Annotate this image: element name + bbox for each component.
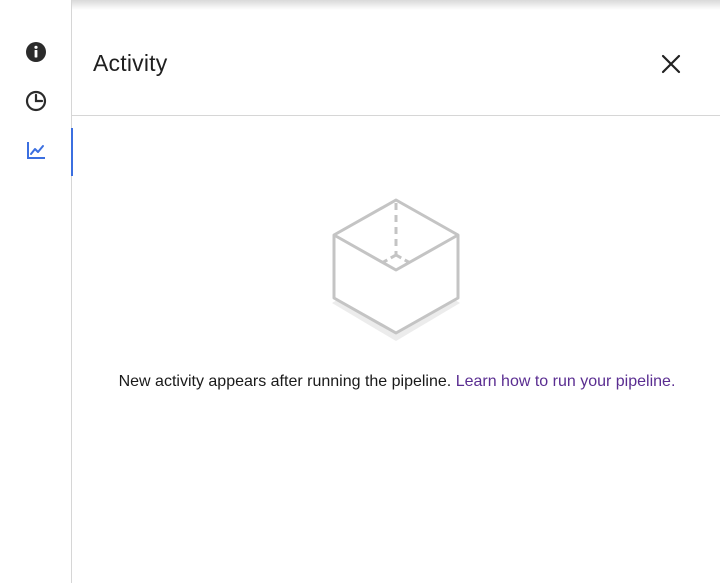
learn-how-link[interactable]: Learn how to run your pipeline. bbox=[456, 373, 676, 390]
sidebar-item-activity[interactable] bbox=[0, 126, 73, 176]
clock-icon bbox=[25, 90, 47, 112]
empty-state-message: New activity appears after running the p… bbox=[112, 370, 682, 394]
panel-title: Activity bbox=[93, 50, 168, 76]
empty-box-icon bbox=[332, 198, 460, 341]
info-icon bbox=[26, 42, 46, 62]
sidebar-rail bbox=[0, 0, 73, 583]
sidebar-item-info[interactable] bbox=[0, 28, 72, 76]
close-button[interactable] bbox=[657, 50, 685, 78]
activity-chart-icon bbox=[27, 142, 45, 159]
sidebar-item-history[interactable] bbox=[0, 77, 72, 125]
close-icon bbox=[661, 54, 681, 74]
empty-state-text: New activity appears after running the p… bbox=[118, 373, 452, 390]
activity-panel: Activity New activity appears after runn… bbox=[72, 0, 720, 583]
panel-header: Activity bbox=[72, 0, 720, 116]
